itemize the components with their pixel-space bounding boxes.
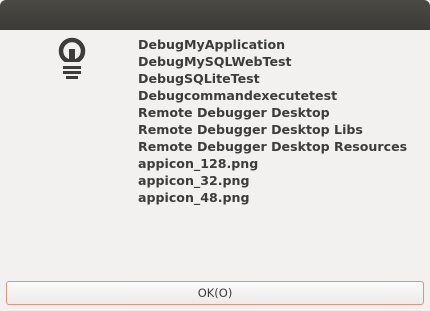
list-item: Remote Debugger Desktop Libs: [138, 122, 363, 137]
list-item: appicon_128.png: [138, 156, 259, 171]
list-item: appicon_48.png: [138, 190, 250, 205]
item-list: DebugMyApplication DebugMySQLWebTest Deb…: [138, 36, 407, 206]
list-item: appicon_32.png: [138, 173, 250, 188]
title-bar[interactable]: [0, 0, 430, 30]
list-item: DebugSQLiteTest: [138, 71, 260, 86]
ok-button[interactable]: OK(O): [6, 281, 424, 305]
list-item: Debugcommandexecutetest: [138, 88, 338, 103]
lightbulb-icon: [52, 36, 92, 82]
list-item: DebugMyApplication: [138, 37, 286, 52]
list-item: Remote Debugger Desktop Resources: [138, 139, 408, 154]
message-dialog: DebugMyApplication DebugMySQLWebTest Deb…: [0, 0, 430, 311]
list-item: DebugMySQLWebTest: [138, 54, 292, 69]
list-item: Remote Debugger Desktop: [138, 105, 330, 120]
